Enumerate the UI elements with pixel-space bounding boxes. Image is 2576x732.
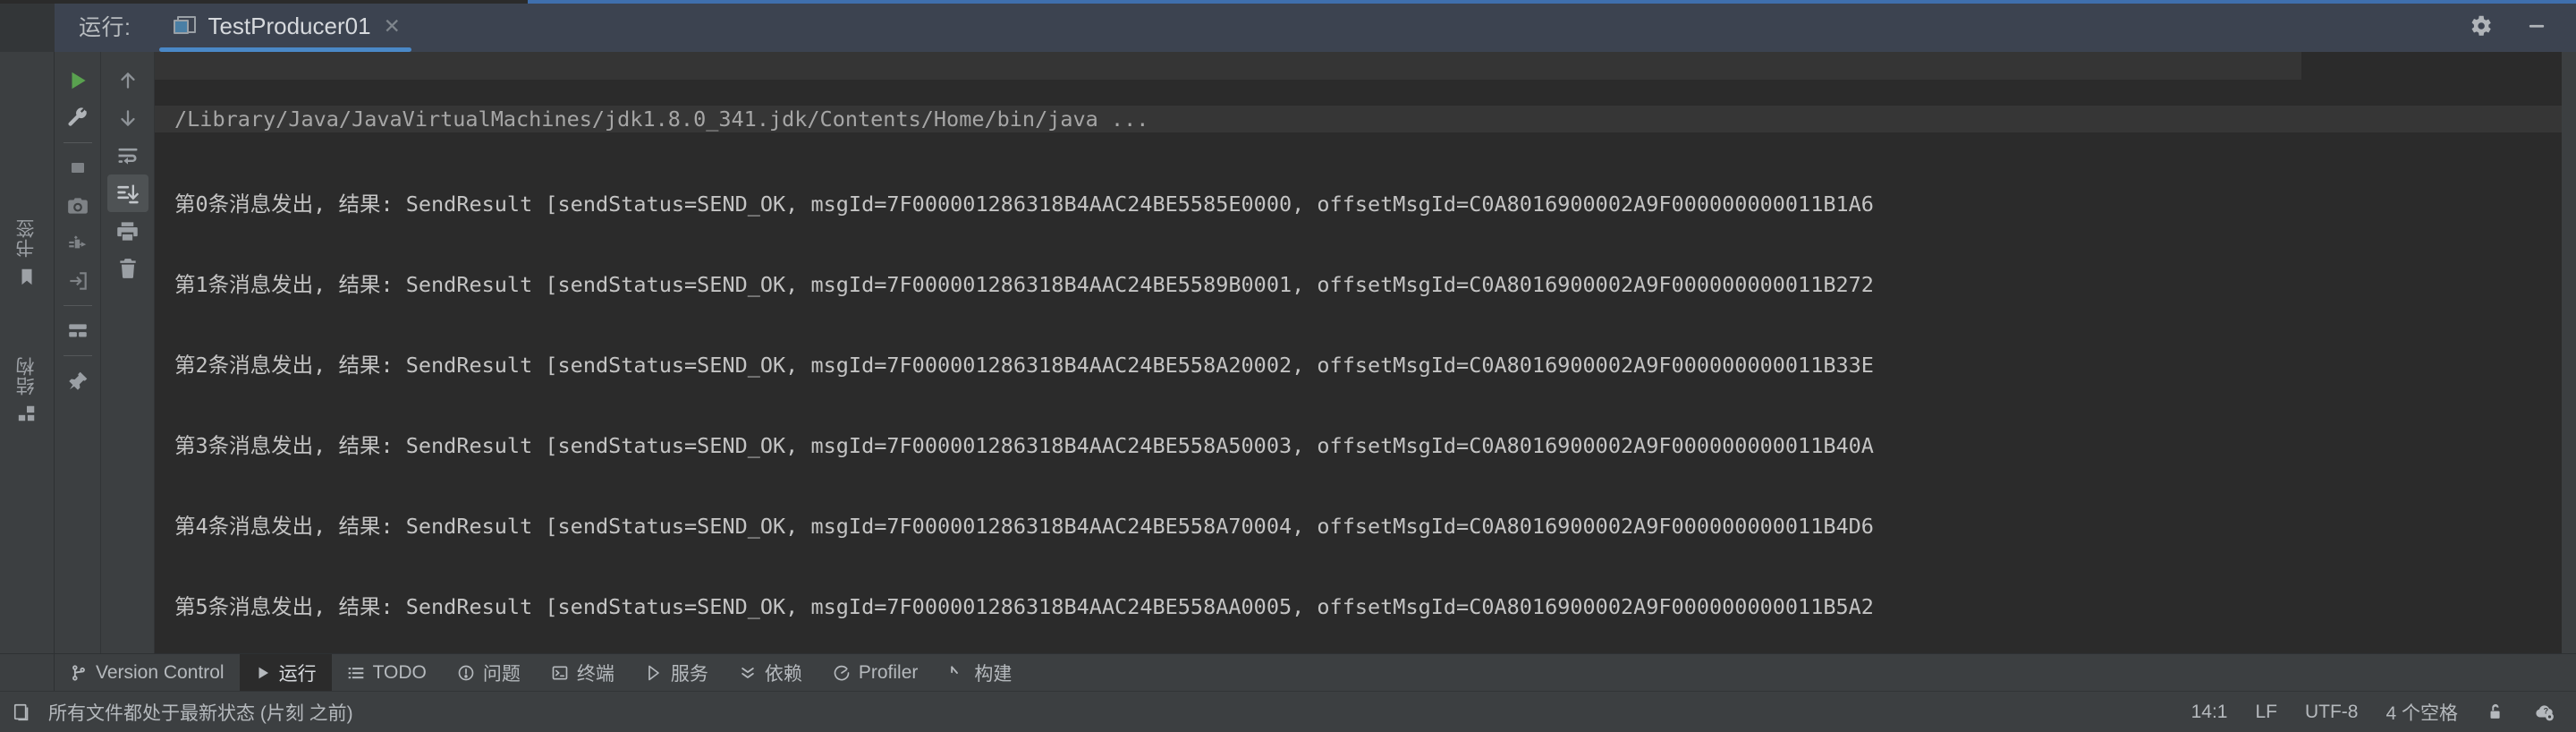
terminal-icon [551, 664, 569, 682]
list-icon [347, 664, 365, 682]
bottom-tool-window-bar: Version Control 运行 TODO 问题 终端 服务 依赖 Prof… [0, 653, 2576, 691]
console-line: 第0条消息发出, 结果: SendResult [sendStatus=SEND… [174, 192, 1874, 217]
settings-gear-icon[interactable] [2467, 13, 2494, 39]
dependencies-icon [739, 664, 757, 682]
bottombar-item-todo[interactable]: TODO [332, 654, 442, 691]
clear-all-button[interactable] [107, 250, 148, 287]
close-icon[interactable]: ✕ [384, 15, 401, 37]
status-message: 所有文件都处于最新状态 (片刻 之前) [48, 702, 353, 724]
play-icon [255, 665, 271, 681]
thread-dump-button[interactable] [57, 225, 98, 262]
edit-configuration-button[interactable] [57, 99, 98, 137]
console-output-panel[interactable]: /Library/Java/JavaVirtualMachines/jdk1.8… [155, 52, 2576, 653]
toolwindow-body: 书签 结构 /Library/Java/JavaVirtualMachines/… [0, 52, 2576, 653]
console-line: 第5条消息发出, 结果: SendResult [sendStatus=SEND… [174, 594, 1874, 619]
status-bar: 所有文件都处于最新状态 (片刻 之前) 14:1 LF UTF-8 4 个空格 … [0, 691, 2576, 732]
warning-icon [457, 664, 475, 682]
bottombar-item-run[interactable]: 运行 [239, 654, 332, 691]
console-line: 第4条消息发出, 结果: SendResult [sendStatus=SEND… [174, 514, 1874, 539]
bottombar-item-profiler[interactable]: Profiler [818, 654, 934, 691]
header-top-blue-edge [528, 0, 2576, 4]
run-toolwindow-header: 运行: TestProducer01 ✕ [0, 0, 2576, 52]
layout-button[interactable] [57, 312, 98, 350]
line-separator[interactable]: LF [2255, 702, 2277, 723]
bottombar-label: 问题 [482, 663, 521, 685]
console-action-toolbar [101, 52, 155, 653]
branch-icon [70, 664, 88, 682]
console-text: /Library/Java/JavaVirtualMachines/jdk1.8… [155, 52, 2576, 653]
command-line-highlight [155, 52, 2301, 80]
bottombar-item-version-control[interactable]: Version Control [55, 654, 240, 691]
bottombar-label: 依赖 [764, 663, 802, 685]
cloud-gear-icon[interactable]: ? [2533, 702, 2556, 723]
soft-wrap-button[interactable] [107, 137, 148, 174]
svg-text:?: ? [2544, 706, 2549, 715]
attach-button[interactable] [57, 262, 98, 300]
next-occurrence-button[interactable] [107, 99, 148, 137]
run-label: 运行: [79, 15, 131, 40]
idea-run-tool-window: 运行: TestProducer01 ✕ 书签 结构 /Library/Java… [0, 0, 2576, 732]
toolbar-divider-1 [63, 142, 92, 143]
bottombar-label: Version Control [96, 661, 225, 683]
console-line: 第1条消息发出, 结果: SendResult [sendStatus=SEND… [174, 272, 1874, 297]
stripe-button-structure[interactable]: 结构 [13, 356, 40, 428]
pin-tab-button[interactable] [57, 362, 98, 400]
bottombar-label: 构建 [974, 663, 1013, 685]
toolbar-divider-2 [63, 305, 92, 306]
minimize-icon[interactable] [2524, 13, 2549, 38]
stripe-label-bookmarks: 书签 [16, 218, 37, 258]
console-line: 第3条消息发出, 结果: SendResult [sendStatus=SEND… [174, 433, 1874, 458]
status-bar-left: 所有文件都处于最新状态 (片刻 之前) [13, 699, 353, 726]
services-icon [645, 664, 663, 682]
bottombar-left-gutter [0, 654, 55, 691]
run-tab-label: TestProducer01 [208, 12, 371, 39]
run-configuration-icon [174, 15, 197, 37]
run-action-toolbar [55, 52, 101, 653]
profiler-icon [833, 664, 851, 682]
file-status-icon [13, 702, 32, 722]
file-encoding[interactable]: UTF-8 [2305, 702, 2359, 723]
console-line: 第2条消息发出, 结果: SendResult [sendStatus=SEND… [174, 353, 1874, 378]
bottombar-label: TODO [372, 661, 427, 683]
scroll-to-end-button[interactable] [106, 174, 148, 212]
console-command-line: /Library/Java/JavaVirtualMachines/jdk1.8… [155, 106, 2576, 132]
console-right-gutter [2562, 52, 2576, 653]
rerun-button[interactable] [57, 62, 98, 99]
caret-position[interactable]: 14:1 [2191, 702, 2228, 723]
screenshot-button[interactable] [57, 187, 98, 225]
bottombar-item-services[interactable]: 服务 [630, 654, 724, 691]
indent-setting[interactable]: 4 个空格 [2385, 699, 2458, 726]
header-action-group [2467, 13, 2549, 39]
status-bar-right: 14:1 LF UTF-8 4 个空格 ? [2191, 699, 2556, 726]
print-button[interactable] [107, 212, 148, 250]
stripe-button-bookmarks[interactable]: 书签 [13, 218, 40, 292]
bottombar-label: 运行 [278, 663, 317, 685]
stop-button[interactable] [57, 149, 98, 187]
build-hammer-icon [948, 664, 966, 682]
bottombar-label: 终端 [576, 663, 614, 685]
bottombar-item-dependencies[interactable]: 依赖 [724, 654, 818, 691]
bottombar-item-terminal[interactable]: 终端 [536, 654, 630, 691]
run-tab-testproducer01[interactable]: TestProducer01 ✕ [150, 0, 412, 52]
bottombar-label: Profiler [858, 661, 919, 683]
header-left-gutter [0, 0, 55, 52]
bookmark-icon [17, 266, 37, 292]
structure-icon [17, 404, 37, 428]
bottombar-item-build[interactable]: 构建 [933, 654, 1027, 691]
unlocked-icon[interactable] [2486, 702, 2505, 722]
bottombar-item-problems[interactable]: 问题 [442, 654, 536, 691]
stripe-label-structure: 结构 [16, 356, 37, 396]
bottombar-label: 服务 [670, 663, 708, 685]
left-tool-stripe: 书签 结构 [0, 52, 55, 653]
previous-occurrence-button[interactable] [107, 62, 148, 99]
toolbar-divider-3 [63, 355, 92, 356]
